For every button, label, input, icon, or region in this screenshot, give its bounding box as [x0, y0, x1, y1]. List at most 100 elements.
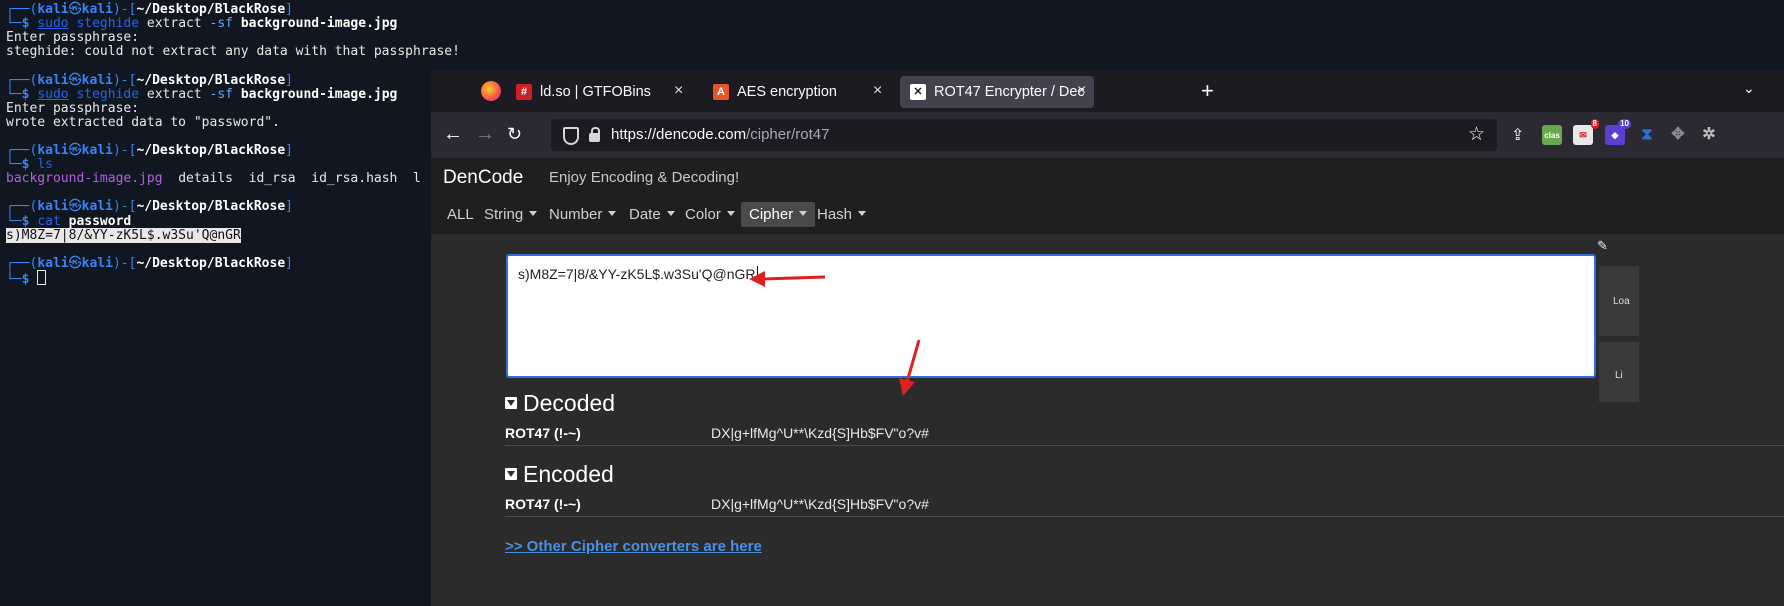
decoded-section-header[interactable]: Decoded: [505, 390, 615, 417]
output-text: Enter passphrase:: [6, 100, 140, 116]
tab-strip: # ld.so | GTFOBins × A AES encryption × …: [431, 70, 1784, 112]
tab-aes-encryption[interactable]: A AES encryption ×: [703, 76, 893, 108]
other-cipher-link[interactable]: >> Other Cipher converters are here: [505, 538, 762, 555]
load-side-button[interactable]: Loa: [1599, 266, 1639, 336]
input-textarea[interactable]: s)M8Z=7|8/&YY-zK5L$.w3Su'Q@nGR: [506, 254, 1596, 378]
prompt-frame: └─: [6, 213, 22, 229]
mail-extension-icon[interactable]: ✉ 8: [1573, 119, 1599, 145]
menu-item-all[interactable]: ALL: [447, 206, 474, 223]
prompt-path: ~/Desktop/BlackRose: [136, 143, 286, 158]
prompt-dollar: $: [21, 157, 38, 173]
prompt-frame: ]: [285, 143, 293, 158]
prompt-skull-icon: ㉿: [68, 143, 82, 158]
collapse-toggle-icon[interactable]: [505, 468, 517, 480]
prompt-path: ~/Desktop/BlackRose: [136, 255, 286, 271]
encoded-section-header[interactable]: Encoded: [505, 461, 614, 488]
menu-item-date[interactable]: Date: [629, 206, 675, 223]
clas-extension-icon[interactable]: clas: [1542, 125, 1562, 145]
browser-window: # ld.so | GTFOBins × A AES encryption × …: [431, 70, 1784, 606]
command-name: steghide: [76, 86, 140, 102]
selected-output-text: s)M8Z=7|8/&YY-zK5L$.w3Su'Q@nGR: [6, 227, 241, 243]
menu-item-hash[interactable]: Hash: [817, 206, 867, 223]
input-value[interactable]: s)M8Z=7|8/&YY-zK5L$.w3Su'Q@nGR: [518, 266, 758, 282]
menu-item-number[interactable]: Number: [549, 206, 617, 223]
forward-button[interactable]: →: [475, 123, 495, 146]
file-name: id_rsa.hash: [311, 171, 398, 187]
prompt-skull-icon: ㉿: [68, 2, 82, 17]
decoded-method-label[interactable]: ROT47 (!-~): [505, 425, 581, 441]
divider: [505, 516, 1784, 517]
file-name: background-image.jpg: [6, 171, 163, 187]
lock-icon[interactable]: [589, 127, 600, 142]
menu-item-label: String: [484, 206, 524, 223]
puzzle-extension-icon[interactable]: ✥: [1668, 125, 1688, 145]
prompt-frame: )-[: [112, 2, 137, 17]
encoded-method-label[interactable]: ROT47 (!-~): [505, 496, 581, 512]
prompt-dollar: $: [21, 16, 38, 32]
prompt-frame: ]: [285, 199, 293, 215]
url-text[interactable]: https://dencode.com/cipher/rot47: [611, 126, 829, 143]
brand-logo[interactable]: DenCode: [443, 167, 523, 189]
tab-list-chevron-down-icon[interactable]: ⌄: [1743, 80, 1755, 97]
new-tab-button[interactable]: +: [1201, 78, 1214, 104]
navigation-toolbar: ← → ↻ https://dencode.com/cipher/rot47 ☆…: [431, 112, 1784, 158]
firefox-icon[interactable]: [481, 81, 501, 101]
decoded-value[interactable]: DX|g+lfMg^U**\Kzd{S]Hb$FV"o?v#: [711, 425, 929, 441]
prompt-frame: )-[: [112, 199, 137, 215]
cube-extension-icon[interactable]: ◆ 10: [1605, 119, 1631, 145]
output-text: steghide: could not extract any data wit…: [6, 44, 460, 60]
tab-rot47[interactable]: ✕ ROT47 Encrypter / Decrypt ×: [900, 76, 1094, 108]
hourglass-extension-icon[interactable]: ⧗: [1637, 125, 1657, 145]
bookmark-star-icon[interactable]: ☆: [1468, 123, 1485, 146]
prompt-frame: )-[: [112, 72, 137, 88]
pin-icon[interactable]: ✎: [1597, 238, 1608, 254]
aes-favicon-icon: A: [713, 84, 729, 100]
prompt-host: kali: [81, 2, 113, 17]
link-side-button[interactable]: Li: [1599, 342, 1639, 402]
command-name: cat: [37, 213, 61, 229]
tab-title: ld.so | GTFOBins: [540, 84, 651, 100]
prompt-host: kali: [81, 143, 113, 158]
divider: [505, 445, 1784, 446]
share-icon[interactable]: ⇪: [1511, 125, 1524, 145]
menu-item-label: Hash: [817, 206, 853, 223]
prompt-frame: └─: [6, 271, 22, 287]
close-icon[interactable]: ×: [873, 82, 882, 100]
prompt-frame: ]: [285, 2, 293, 17]
command-name: ls: [37, 157, 53, 173]
prompt-frame: └─: [6, 86, 22, 102]
command-arg: background-image.jpg: [240, 86, 398, 102]
close-icon[interactable]: ×: [674, 82, 683, 100]
close-icon[interactable]: ×: [1077, 82, 1086, 100]
shield-icon[interactable]: [563, 127, 579, 145]
prompt-frame: ┌──(: [6, 143, 38, 158]
back-button[interactable]: ←: [443, 123, 463, 146]
file-name: details: [178, 171, 233, 187]
reload-button[interactable]: ↻: [507, 124, 522, 145]
menu-item-color[interactable]: Color: [685, 206, 735, 223]
terminal-line: ┌──(kali㉿kali)-[~/Desktop/BlackRose]: [6, 256, 293, 272]
command-sudo: sudo: [37, 16, 69, 32]
menu-item-label: ALL: [447, 206, 474, 223]
caret-down-icon: [666, 211, 675, 216]
prompt-user: kali: [37, 72, 69, 88]
gear-extension-icon[interactable]: ✲: [1699, 125, 1719, 145]
annotation-arrow: [749, 271, 826, 287]
category-menu: ALL String Number Date Color Cipher Hash: [431, 198, 1784, 234]
caret-down-icon: [799, 211, 808, 216]
caret-down-icon: [529, 211, 538, 216]
prompt-frame: ┌──(: [6, 2, 38, 17]
prompt-frame: └─: [6, 157, 22, 173]
tab-gtfobins[interactable]: # ld.so | GTFOBins ×: [506, 76, 696, 108]
prompt-host: kali: [81, 72, 113, 88]
menu-item-cipher[interactable]: Cipher: [741, 202, 816, 227]
encoded-value[interactable]: DX|g+lfMg^U**\Kzd{S]Hb$FV"o?v#: [711, 496, 929, 512]
collapse-toggle-icon[interactable]: [505, 397, 517, 409]
dencode-page: DenCode Enjoy Encoding & Decoding! ALL St…: [431, 158, 1784, 606]
url-bar[interactable]: https://dencode.com/cipher/rot47 ☆: [551, 119, 1497, 151]
caret-down-icon: [726, 211, 735, 216]
prompt-user: kali: [37, 143, 69, 158]
menu-item-string[interactable]: String: [484, 206, 538, 223]
dencode-favicon-icon: ✕: [910, 84, 926, 100]
prompt-path: ~/Desktop/BlackRose: [136, 72, 286, 88]
